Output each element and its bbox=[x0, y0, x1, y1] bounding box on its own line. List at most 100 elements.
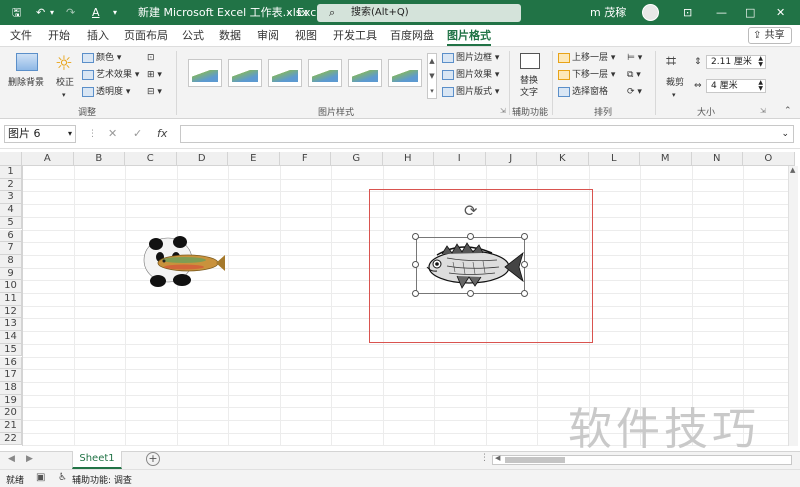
column-header[interactable]: O bbox=[743, 152, 795, 166]
select-all-corner[interactable] bbox=[0, 152, 22, 166]
formula-bar-more-icon[interactable]: ⋮ bbox=[88, 125, 97, 143]
picture-border-button[interactable]: 图片边框 ▾ bbox=[442, 52, 499, 64]
redo-icon[interactable]: ↷ bbox=[66, 0, 75, 25]
scroll-left-icon[interactable]: ◀ bbox=[495, 454, 500, 462]
row-header[interactable]: 21 bbox=[0, 420, 22, 433]
row-header[interactable]: 20 bbox=[0, 407, 22, 420]
resize-handle-se[interactable] bbox=[521, 290, 528, 297]
enter-icon[interactable]: ✓ bbox=[133, 125, 142, 143]
tab-view[interactable]: 视图 bbox=[295, 25, 317, 46]
rotate-handle-icon[interactable]: ⟳ bbox=[464, 201, 477, 220]
panda-fish-picture[interactable] bbox=[134, 226, 226, 290]
row-header[interactable]: 22 bbox=[0, 432, 22, 446]
resize-handle-e[interactable] bbox=[521, 261, 528, 268]
vertical-scrollbar[interactable]: ▲ bbox=[788, 166, 798, 446]
minimize-button[interactable]: — bbox=[716, 0, 727, 25]
font-color-icon[interactable]: A bbox=[92, 0, 100, 25]
tab-page-layout[interactable]: 页面布局 bbox=[124, 25, 168, 46]
avatar[interactable] bbox=[642, 4, 659, 21]
picture-effects-button[interactable]: 图片效果 ▾ bbox=[442, 69, 499, 81]
column-header[interactable]: E bbox=[228, 152, 280, 166]
scroll-up-icon[interactable]: ▲ bbox=[790, 166, 795, 174]
row-header[interactable]: 19 bbox=[0, 394, 22, 408]
dialog-launcher-icon[interactable]: ⇲ bbox=[500, 105, 506, 117]
styles-gallery-scroll[interactable]: ▲ ▼ ▾ bbox=[427, 53, 437, 99]
add-sheet-button[interactable]: + bbox=[146, 452, 160, 466]
undo-dropdown-icon[interactable]: ▾ bbox=[50, 0, 54, 25]
row-header[interactable]: 9 bbox=[0, 267, 22, 281]
insert-function-icon[interactable]: fx bbox=[157, 125, 167, 143]
undo-icon[interactable]: ↶ bbox=[36, 0, 45, 25]
next-sheet-icon[interactable]: ▶ bbox=[26, 454, 33, 464]
name-box-dropdown-icon[interactable]: ▾ bbox=[68, 126, 72, 142]
picture-style-1[interactable] bbox=[188, 59, 222, 87]
picture-style-6[interactable] bbox=[388, 59, 422, 87]
width-spinner-icon[interactable]: ▲ ▼ bbox=[758, 80, 763, 92]
row-header[interactable]: 18 bbox=[0, 381, 22, 395]
column-header[interactable]: C bbox=[125, 152, 177, 166]
save-icon[interactable]: 🖫 bbox=[12, 0, 21, 25]
row-header[interactable]: 6 bbox=[0, 229, 22, 243]
accessibility-status[interactable]: 辅助功能: 调查 bbox=[72, 473, 132, 486]
tab-developer[interactable]: 开发工具 bbox=[333, 25, 377, 46]
row-header[interactable]: 14 bbox=[0, 331, 22, 344]
tab-formulas[interactable]: 公式 bbox=[182, 25, 204, 46]
horizontal-scroll-thumb[interactable] bbox=[505, 457, 565, 463]
row-header[interactable]: 11 bbox=[0, 293, 22, 306]
column-header[interactable]: J bbox=[485, 152, 537, 166]
crop-button[interactable]: ⌗ 裁剪 ▾ bbox=[660, 51, 690, 101]
column-header[interactable]: F bbox=[279, 152, 331, 166]
qat-customize-icon[interactable]: ▾ bbox=[113, 0, 117, 25]
tab-picture-format[interactable]: 图片格式 bbox=[447, 25, 491, 46]
align-icon[interactable]: ⊨ ▾ bbox=[627, 52, 642, 64]
bring-forward-button[interactable]: 上移一层 ▾ bbox=[558, 52, 615, 64]
expand-formula-bar-icon[interactable]: ⌄ bbox=[781, 126, 789, 142]
column-header[interactable]: D bbox=[176, 152, 228, 166]
alt-text-button[interactable]: 替换 文字 bbox=[514, 51, 548, 101]
resize-handle-n[interactable] bbox=[467, 233, 474, 240]
column-header[interactable]: N bbox=[691, 152, 743, 166]
row-header[interactable]: 2 bbox=[0, 178, 22, 192]
column-header[interactable]: K bbox=[537, 152, 589, 166]
maximize-button[interactable]: □ bbox=[745, 0, 755, 25]
selection-pane-button[interactable]: 选择窗格 bbox=[558, 86, 608, 98]
accessibility-icon[interactable]: ♿ bbox=[58, 472, 67, 483]
color-button[interactable]: 颜色 ▾ bbox=[82, 52, 121, 64]
picture-style-2[interactable] bbox=[228, 59, 262, 87]
column-header[interactable]: L bbox=[588, 152, 640, 166]
tab-file[interactable]: 文件 bbox=[10, 25, 32, 46]
remove-background-button[interactable]: 删除背景 bbox=[8, 51, 46, 99]
send-backward-button[interactable]: 下移一层 ▾ bbox=[558, 69, 615, 81]
row-header[interactable]: 4 bbox=[0, 204, 22, 217]
row-header[interactable]: 13 bbox=[0, 318, 22, 332]
tab-review[interactable]: 审阅 bbox=[257, 25, 279, 46]
cancel-icon[interactable]: ✕ bbox=[108, 125, 117, 143]
picture-style-3[interactable] bbox=[268, 59, 302, 87]
row-header[interactable]: 12 bbox=[0, 305, 22, 319]
sheet-tab-sheet1[interactable]: Sheet1 bbox=[72, 451, 122, 469]
user-name[interactable]: m 茂稼 bbox=[590, 0, 626, 25]
name-box[interactable]: 图片 6 ▾ bbox=[4, 125, 76, 143]
ribbon-display-icon[interactable]: ⊡ bbox=[683, 0, 692, 25]
picture-style-4[interactable] bbox=[308, 59, 342, 87]
resize-handle-nw[interactable] bbox=[412, 233, 419, 240]
picture-layout-button[interactable]: 图片版式 ▾ bbox=[442, 86, 499, 98]
resize-handle-w[interactable] bbox=[412, 261, 419, 268]
row-header[interactable]: 1 bbox=[0, 166, 22, 179]
compress-pictures-icon[interactable]: ⊡ bbox=[147, 52, 155, 64]
row-header[interactable]: 5 bbox=[0, 216, 22, 230]
collapse-ribbon-icon[interactable]: ⌃ bbox=[784, 105, 792, 117]
macro-record-icon[interactable]: ▣ bbox=[36, 472, 45, 483]
resize-handle-ne[interactable] bbox=[521, 233, 528, 240]
column-header[interactable]: M bbox=[640, 152, 692, 166]
transparency-button[interactable]: 透明度 ▾ bbox=[82, 86, 130, 98]
group-icon[interactable]: ⧉ ▾ bbox=[627, 69, 641, 81]
row-header[interactable]: 15 bbox=[0, 343, 22, 357]
resize-handle-s[interactable] bbox=[467, 290, 474, 297]
column-header[interactable]: A bbox=[22, 152, 74, 166]
row-header[interactable]: 8 bbox=[0, 254, 22, 268]
formula-input[interactable]: ⌄ bbox=[180, 125, 794, 143]
height-spinner-icon[interactable]: ▲ ▼ bbox=[758, 56, 763, 68]
height-input[interactable]: 2.11 厘米 ▲ ▼ bbox=[706, 55, 766, 69]
share-button[interactable]: ⇪ 共享 bbox=[748, 27, 792, 44]
